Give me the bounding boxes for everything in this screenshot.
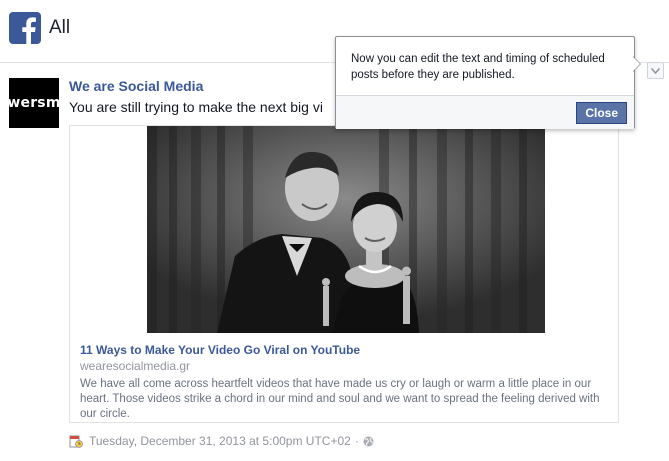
avatar-logo-text: wersm: [7, 95, 61, 111]
attachment-description: We have all come across heartfelt videos…: [80, 378, 600, 420]
attachment-title-link[interactable]: 11 Ways to Make Your Video Go Viral on Y…: [80, 343, 360, 357]
footer-separator: ·: [354, 434, 359, 448]
post-timestamp[interactable]: Tuesday, December 31, 2013 at 5:00pm UTC…: [89, 434, 351, 448]
tooltip-arrow-inner: [633, 57, 640, 71]
page-title: All: [49, 17, 71, 38]
tooltip-message: Now you can edit the text and timing of …: [351, 53, 605, 81]
post-message: You are still trying to make the next bi…: [69, 99, 323, 115]
tooltip-footer: Close: [336, 95, 634, 129]
facebook-f-icon[interactable]: [9, 12, 41, 44]
globe-icon[interactable]: [363, 436, 374, 447]
close-button[interactable]: Close: [576, 102, 627, 124]
scheduled-post-icon: [69, 434, 83, 448]
author-name-link[interactable]: We are Social Media: [69, 78, 203, 94]
attachment-image[interactable]: [147, 126, 545, 333]
post-footer: Tuesday, December 31, 2013 at 5:00pm UTC…: [69, 433, 374, 449]
avatar[interactable]: wersm: [7, 78, 61, 128]
attachment-domain: wearesocialmedia.gr: [80, 359, 191, 373]
chevron-down-icon: [651, 67, 660, 74]
feature-tooltip: Now you can edit the text and timing of …: [335, 36, 635, 129]
link-attachment-card[interactable]: 11 Ways to Make Your Video Go Viral on Y…: [69, 125, 619, 423]
post-options-button[interactable]: [647, 62, 664, 79]
